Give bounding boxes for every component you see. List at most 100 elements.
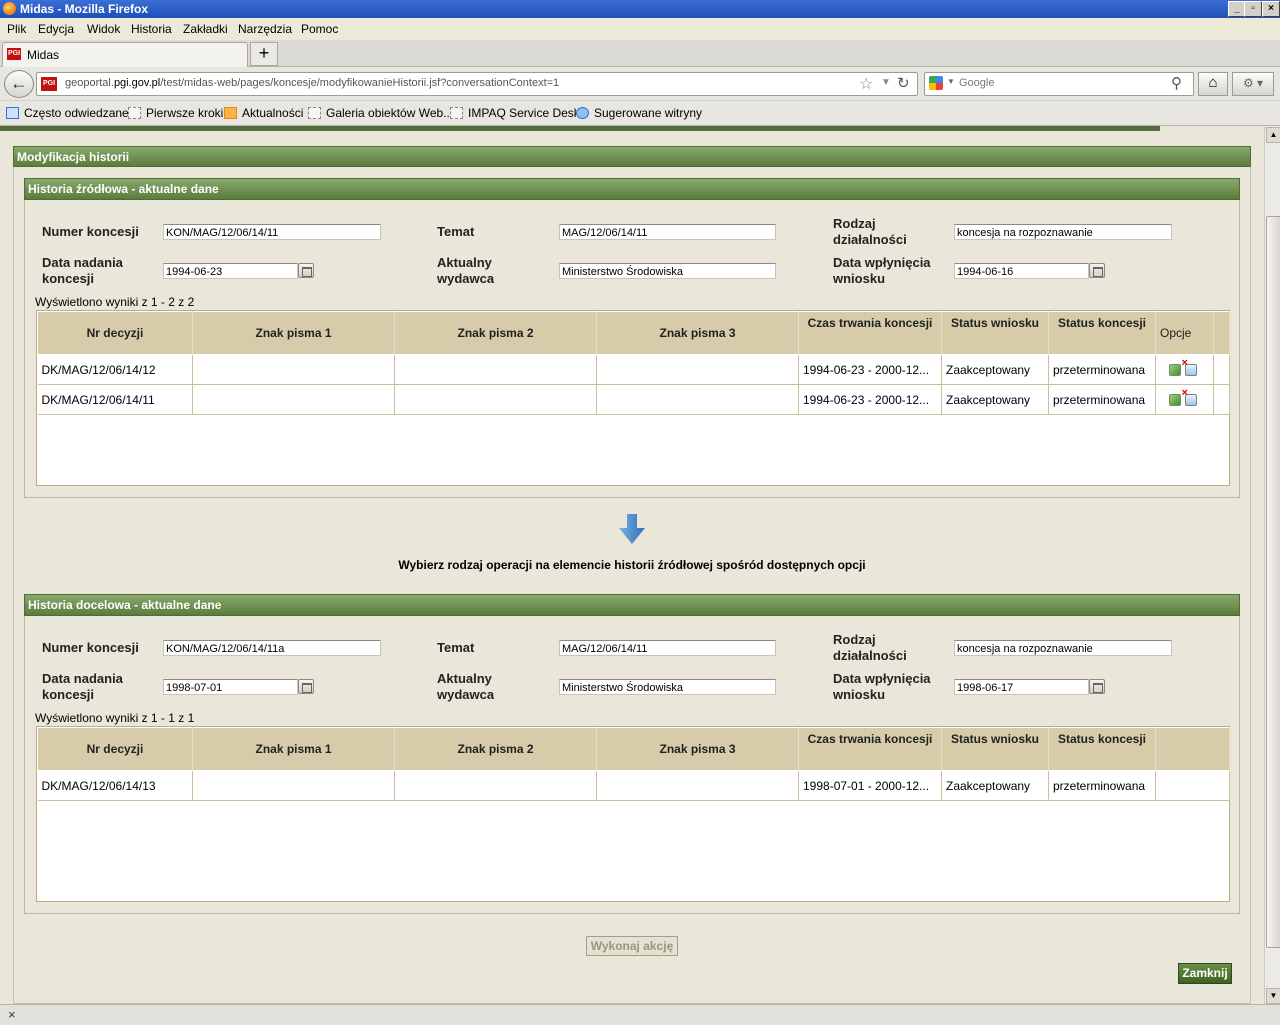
url-bar[interactable]: PGI geoportal.pgi.gov.pl/test/midas-web/…: [36, 72, 918, 96]
source-rodzaj-input[interactable]: koncesja na rozpoznawanie: [954, 224, 1172, 240]
bookmark-star-icon[interactable]: ☆: [859, 74, 873, 94]
label-numer-koncesji: Numer koncesji: [42, 640, 139, 655]
target-results-count: Wyświetlono wyniki z 1 - 1 z 1: [35, 711, 195, 725]
target-temat-input[interactable]: MAG/12/06/14/11: [559, 640, 776, 656]
source-data-nadania-input[interactable]: 1994-06-23: [163, 263, 298, 279]
page-icon: [128, 107, 141, 119]
target-numer-input[interactable]: KON/MAG/12/06/14/11a: [163, 640, 381, 656]
move-arrow-icon[interactable]: [1168, 393, 1181, 406]
column-header[interactable]: Status wniosku: [941, 727, 1049, 771]
scroll-down-button[interactable]: ▼: [1266, 988, 1280, 1004]
calendar-icon[interactable]: [298, 263, 314, 278]
column-header[interactable]: Znak pisma 3: [596, 727, 799, 771]
label-numer-koncesji: Numer koncesji: [42, 224, 139, 239]
column-header[interactable]: Nr decyzji: [37, 727, 193, 771]
column-header[interactable]: Status wniosku: [941, 311, 1049, 355]
google-engine-icon[interactable]: [929, 76, 943, 90]
close-window-button[interactable]: ×: [1262, 1, 1280, 17]
calendar-icon[interactable]: [1089, 679, 1105, 694]
arrow-down-icon: [619, 514, 645, 544]
scrollbar[interactable]: ▲ ▼: [1264, 126, 1280, 1004]
pgi-favicon-icon: PGI: [7, 48, 21, 60]
menu-widok[interactable]: Widok: [87, 22, 120, 36]
column-header[interactable]: Status koncesji: [1048, 727, 1156, 771]
cell: DK/MAG/12/06/14/12: [37, 354, 193, 385]
engine-dropdown-icon[interactable]: ▼: [947, 77, 955, 86]
cell: Zaakceptowany: [941, 384, 1049, 415]
page-icon: [308, 107, 321, 119]
menu-pomoc[interactable]: Pomoc: [301, 22, 338, 36]
source-temat-input[interactable]: MAG/12/06/14/11: [559, 224, 776, 240]
source-wydawca-input[interactable]: Ministerstwo Środowiska: [559, 263, 776, 279]
close-button[interactable]: Zamknij: [1178, 963, 1232, 984]
reload-icon[interactable]: ↻: [897, 74, 910, 92]
column-header[interactable]: Znak pisma 3: [596, 311, 799, 355]
bookmark-czesto-odwiedzane[interactable]: Często odwiedzane: [6, 106, 129, 120]
bookmark-pierwsze-kroki[interactable]: Pierwsze kroki: [128, 106, 223, 120]
scroll-thumb[interactable]: [1266, 216, 1280, 948]
cell: [394, 354, 597, 385]
cell: przeterminowana: [1048, 354, 1156, 385]
cell: DK/MAG/12/06/14/11: [37, 384, 193, 415]
instruction-text: Wybierz rodzaj operacji na elemencie his…: [398, 558, 866, 572]
target-history-table: Nr decyzji Znak pisma 1 Znak pisma 2 Zna…: [37, 727, 1230, 801]
execute-action-button[interactable]: Wykonaj akcję: [586, 936, 678, 956]
calendar-icon[interactable]: [1089, 263, 1105, 278]
delete-document-icon[interactable]: [1182, 357, 1197, 376]
target-rodzaj-input[interactable]: koncesja na rozpoznawanie: [954, 640, 1172, 656]
search-bar[interactable]: ▼ Google ⚲: [924, 72, 1194, 96]
column-header[interactable]: Nr decyzji: [37, 311, 193, 355]
bookmark-sugerowane[interactable]: Sugerowane witryny: [576, 106, 702, 120]
maximize-button[interactable]: ▫: [1244, 1, 1262, 17]
column-header[interactable]: Znak pisma 1: [192, 727, 395, 771]
target-wydawca-input[interactable]: Ministerstwo Środowiska: [559, 679, 776, 695]
cell: [1155, 770, 1230, 801]
menu-historia[interactable]: Historia: [131, 22, 172, 36]
target-data-nadania-input[interactable]: 1998-07-01: [163, 679, 298, 695]
url-text[interactable]: geoportal.pgi.gov.pl/test/midas-web/page…: [65, 77, 559, 89]
source-numer-input[interactable]: KON/MAG/12/06/14/11: [163, 224, 381, 240]
move-arrow-icon[interactable]: [1168, 363, 1181, 376]
target-data-wplyniecia-input[interactable]: 1998-06-17: [954, 679, 1089, 695]
calendar-icon[interactable]: [298, 679, 314, 694]
tab-midas[interactable]: PGI Midas: [2, 42, 248, 67]
column-header-spacer: [1213, 311, 1230, 355]
firefox-logo-icon: [3, 2, 16, 15]
ie-icon: [576, 107, 589, 119]
cell: Zaakceptowany: [941, 354, 1049, 385]
column-header[interactable]: Czas trwania koncesji: [798, 311, 942, 355]
source-table-container: Nr decyzji Znak pisma 1 Znak pisma 2 Zna…: [36, 310, 1230, 486]
search-placeholder: Google: [959, 77, 995, 89]
top-band: [0, 126, 1160, 131]
column-header[interactable]: Znak pisma 2: [394, 727, 597, 771]
new-tab-button[interactable]: +: [250, 42, 278, 66]
menu-edycja[interactable]: Edycja: [38, 22, 74, 36]
source-data-wplyniecia-input[interactable]: 1994-06-16: [954, 263, 1089, 279]
column-header[interactable]: Czas trwania koncesji: [798, 727, 942, 771]
label-temat: Temat: [437, 224, 475, 239]
bookmark-impaq[interactable]: IMPAQ Service Desk: [450, 106, 580, 120]
menu-bar: Plik Edycja Widok Historia Zakładki Narz…: [0, 18, 1280, 40]
table-row[interactable]: DK/MAG/12/06/14/13 1998-07-01 - 2000-12.…: [37, 770, 1230, 801]
bookmark-galeria[interactable]: Galeria obiektów Web...: [308, 106, 453, 120]
search-icon[interactable]: ⚲: [1171, 74, 1182, 92]
column-header[interactable]: Status koncesji: [1048, 311, 1156, 355]
home-button[interactable]: ⌂: [1198, 72, 1228, 96]
column-header[interactable]: Znak pisma 1: [192, 311, 395, 355]
column-header[interactable]: Znak pisma 2: [394, 311, 597, 355]
bookmark-aktualnosci[interactable]: Aktualności: [224, 106, 303, 120]
table-row[interactable]: DK/MAG/12/06/14/11 1994-06-23 - 2000-12.…: [37, 384, 1230, 415]
addon-button[interactable]: ⚙ ▾: [1232, 72, 1274, 96]
scroll-up-button[interactable]: ▲: [1266, 127, 1280, 143]
close-addon-bar-icon[interactable]: ×: [8, 1007, 16, 1022]
menu-zakladki[interactable]: Zakładki: [183, 22, 228, 36]
menu-narzedzia[interactable]: Narzędzia: [238, 22, 292, 36]
options-cell: [1155, 354, 1214, 385]
window-title: Midas - Mozilla Firefox: [20, 2, 149, 16]
back-button[interactable]: ←: [4, 70, 34, 98]
table-row[interactable]: DK/MAG/12/06/14/12 1994-06-23 - 2000-12.…: [37, 354, 1230, 385]
delete-document-icon[interactable]: [1182, 387, 1197, 406]
tab-label: Midas: [27, 48, 60, 62]
menu-plik[interactable]: Plik: [7, 22, 26, 36]
url-dropdown-icon[interactable]: ▼: [881, 77, 891, 88]
